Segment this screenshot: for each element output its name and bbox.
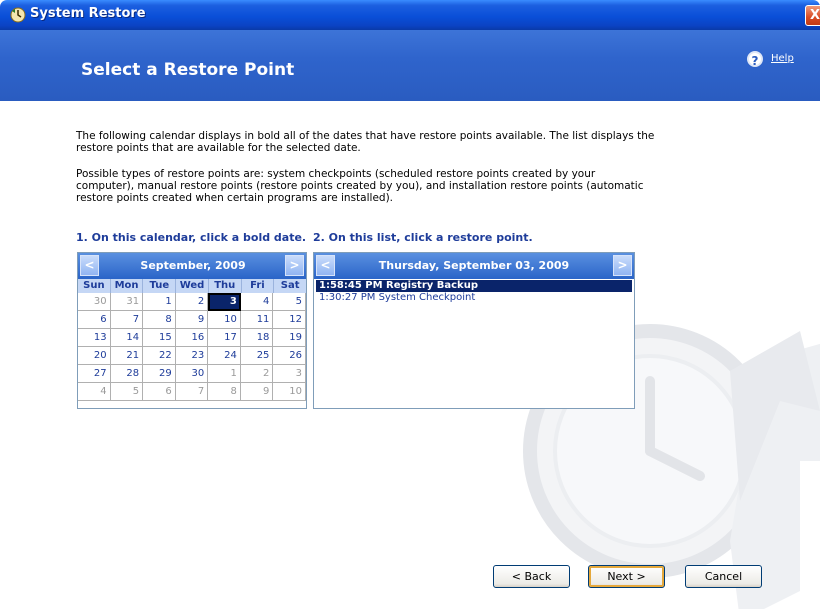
- calendar-day[interactable]: 27: [78, 365, 111, 383]
- restore-point-list-panel: < Thursday, September 03, 2009 > 1:58:45…: [313, 252, 635, 409]
- calendar-day[interactable]: 9: [175, 311, 209, 329]
- calendar-day[interactable]: 24: [208, 347, 241, 365]
- calendar-day[interactable]: 26: [273, 347, 306, 365]
- calendar-day[interactable]: 17: [208, 329, 241, 347]
- calendar-day[interactable]: 3: [273, 365, 306, 383]
- calendar-day[interactable]: 9: [240, 383, 274, 401]
- calendar-day[interactable]: 18: [240, 329, 274, 347]
- restore-point-item-selected[interactable]: 1:58:45 PM Registry Backup: [316, 280, 632, 292]
- list-header: < Thursday, September 03, 2009 >: [314, 253, 634, 279]
- calendar-day[interactable]: 6: [78, 311, 111, 329]
- page-title: Select a Restore Point: [81, 60, 295, 80]
- calendar-day[interactable]: 8: [208, 383, 241, 401]
- system-restore-icon: [10, 7, 26, 23]
- calendar-day[interactable]: 29: [143, 365, 176, 383]
- weekday-label: Tue: [143, 279, 177, 293]
- calendar-day[interactable]: 14: [110, 329, 144, 347]
- calendar-day[interactable]: 4: [240, 293, 274, 311]
- next-day-button[interactable]: >: [613, 255, 632, 276]
- cancel-button[interactable]: Cancel: [685, 565, 762, 588]
- calendar-day[interactable]: 5: [273, 293, 306, 311]
- calendar-day[interactable]: 30: [78, 293, 111, 311]
- calendar-day[interactable]: 19: [273, 329, 306, 347]
- restore-point-item[interactable]: 1:30:27 PM System Checkpoint: [316, 292, 632, 304]
- restore-point-list: 1:58:45 PM Registry Backup 1:30:27 PM Sys…: [316, 280, 632, 304]
- calendar-day[interactable]: 1: [208, 365, 241, 383]
- calendar-day[interactable]: 11: [240, 311, 274, 329]
- calendar-day[interactable]: 4: [78, 383, 111, 401]
- calendar-day-grid: 30 31 1 2 3 4 5 6 7 8 9 10 11 12 13 14 15 16 17 18 19 20 21 22 2…: [78, 293, 306, 401]
- calendar-header: < September, 2009 >: [78, 253, 306, 279]
- calendar-day[interactable]: 25: [240, 347, 274, 365]
- calendar-day[interactable]: 6: [143, 383, 176, 401]
- calendar-month: September, 2009: [140, 259, 246, 272]
- wizard-header: Select a Restore Point ? Help: [0, 30, 820, 101]
- calendar-day[interactable]: 2: [240, 365, 274, 383]
- calendar-day[interactable]: 12: [273, 311, 306, 329]
- weekday-label: Sun: [78, 279, 111, 293]
- calendar-day[interactable]: 7: [175, 383, 209, 401]
- window-title: System Restore: [30, 6, 146, 21]
- weekday-label: Mon: [111, 279, 144, 293]
- intro-paragraph-1: The following calendar displays in bold …: [76, 130, 655, 154]
- wizard-content: The following calendar displays in bold …: [0, 101, 820, 609]
- calendar-day[interactable]: 28: [110, 365, 144, 383]
- calendar-day[interactable]: 7: [110, 311, 144, 329]
- back-button[interactable]: < Back: [493, 565, 570, 588]
- calendar-day[interactable]: 10: [208, 311, 241, 329]
- calendar-day[interactable]: 8: [143, 311, 176, 329]
- previous-day-button[interactable]: <: [316, 255, 335, 276]
- help-icon[interactable]: ?: [747, 51, 763, 68]
- calendar-weekdays: Sun Mon Tue Wed Thu Fri Sat: [78, 279, 306, 293]
- calendar-day[interactable]: 10: [273, 383, 306, 401]
- step-2-instruction: 2. On this list, click a restore point.: [313, 231, 533, 244]
- calendar-day-selected[interactable]: 3: [208, 293, 241, 311]
- previous-month-button[interactable]: <: [80, 255, 99, 276]
- weekday-label: Fri: [242, 279, 275, 293]
- selected-date-label: Thursday, September 03, 2009: [378, 259, 570, 272]
- calendar-day[interactable]: 5: [110, 383, 144, 401]
- step-1-instruction: 1. On this calendar, click a bold date.: [76, 231, 307, 244]
- calendar-day[interactable]: 15: [143, 329, 176, 347]
- next-month-button[interactable]: >: [285, 255, 304, 276]
- calendar-day[interactable]: 2: [175, 293, 209, 311]
- close-button[interactable]: X: [805, 5, 820, 26]
- calendar-day[interactable]: 31: [110, 293, 144, 311]
- restore-calendar: < September, 2009 > Sun Mon Tue Wed Thu …: [77, 252, 307, 409]
- next-button[interactable]: Next >: [588, 565, 665, 588]
- calendar-day[interactable]: 22: [143, 347, 176, 365]
- calendar-day[interactable]: 30: [175, 365, 209, 383]
- calendar-day[interactable]: 21: [110, 347, 144, 365]
- help-link[interactable]: Help: [771, 53, 794, 64]
- weekday-label: Sat: [280, 280, 300, 291]
- calendar-day[interactable]: 20: [78, 347, 111, 365]
- title-bar: System Restore X: [0, 0, 820, 30]
- weekday-label: Thu: [209, 279, 242, 293]
- calendar-day[interactable]: 13: [78, 329, 111, 347]
- calendar-day[interactable]: 23: [175, 347, 209, 365]
- intro-paragraph-2: Possible types of restore points are: sy…: [76, 168, 644, 204]
- weekday-label: Wed: [176, 279, 209, 293]
- calendar-day[interactable]: 1: [143, 293, 176, 311]
- calendar-day[interactable]: 16: [175, 329, 209, 347]
